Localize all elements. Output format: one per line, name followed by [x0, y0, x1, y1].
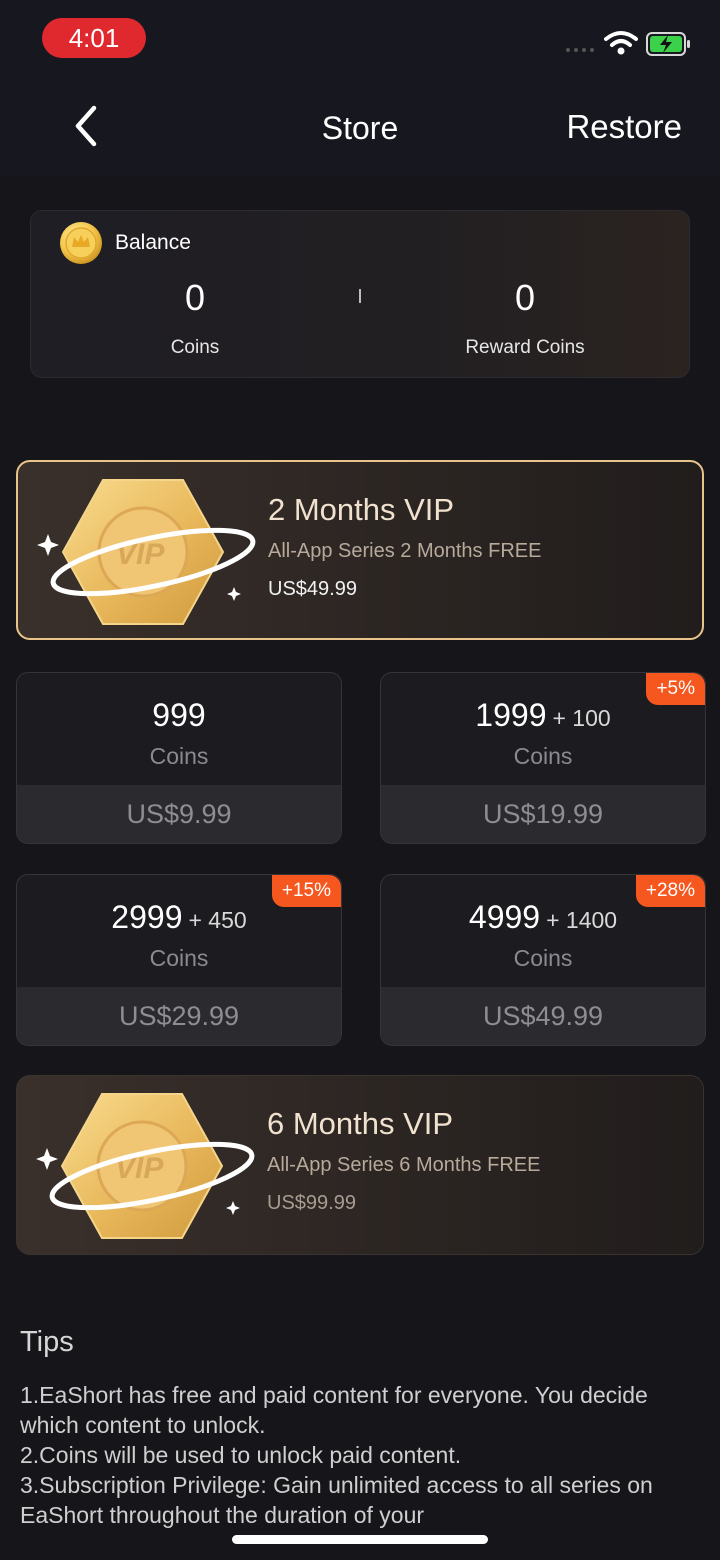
- status-bar: 4:01: [0, 0, 720, 80]
- tips-list: 1.EaShort has free and paid content for …: [20, 1380, 680, 1530]
- status-time: 4:01: [42, 18, 146, 58]
- coin-pack-info: 999 Coins: [17, 673, 341, 785]
- page-title: Store: [321, 110, 399, 146]
- coin-icon: [60, 222, 102, 264]
- nav-header: Store Restore: [0, 80, 720, 176]
- balance-card: Balance 0 Coins 0 Reward Coins: [30, 210, 690, 378]
- coin-pack-unit: Coins: [149, 945, 209, 971]
- coin-pack-bonus: + 1400: [546, 907, 618, 933]
- coin-pack-2999[interactable]: 2999 + 450 Coins US$29.99 +15%: [16, 874, 342, 1046]
- coin-pack-amount: 1999: [475, 697, 547, 733]
- reward-coins-label: Reward Coins: [465, 337, 585, 358]
- coin-pack-unit: Coins: [149, 743, 209, 769]
- coin-pack-amount: 4999: [468, 899, 541, 935]
- restore-button[interactable]: Restore: [540, 108, 682, 146]
- vip-offer-price: US$99.99: [267, 1192, 356, 1214]
- tip-item: 1.EaShort has free and paid content for …: [20, 1382, 648, 1438]
- coins-balance: 0 Coins: [95, 277, 295, 359]
- bonus-percent-badge: +15%: [271, 875, 341, 907]
- reward-coins-balance: 0 Reward Coins: [425, 277, 625, 359]
- coin-pack-unit: Coins: [513, 743, 573, 769]
- balance-label: Balance: [115, 231, 191, 254]
- bonus-percent-badge: +28%: [635, 875, 705, 907]
- coins-label: Coins: [170, 337, 220, 358]
- cellular-signal-icon: [566, 48, 596, 54]
- coin-pack-amount: 999: [152, 697, 206, 733]
- coin-pack-4999[interactable]: 4999 + 1400 Coins US$49.99 +28%: [380, 874, 706, 1046]
- back-button[interactable]: [66, 100, 110, 152]
- vip-offer-title: 2 Months VIP: [268, 492, 455, 527]
- coins-value: 0: [184, 277, 206, 318]
- reward-coins-value: 0: [514, 277, 536, 318]
- vip-offer-card[interactable]: VIP 2 Months VIP All-App Series 2 Months…: [16, 460, 704, 640]
- coin-pack-bonus: + 100: [552, 705, 611, 731]
- coin-pack-999[interactable]: 999 Coins US$9.99: [16, 672, 342, 844]
- tip-item: 3.Subscription Privilege: Gain unlimited…: [20, 1472, 653, 1528]
- coin-pack-amount: 2999: [111, 899, 183, 935]
- coin-pack-1999[interactable]: 1999 + 100 Coins US$19.99 +5%: [380, 672, 706, 844]
- vip-badge-icon: VIP: [37, 479, 256, 625]
- home-indicator[interactable]: [232, 1535, 488, 1544]
- coin-pack-price: US$29.99: [17, 987, 341, 1045]
- battery-charging-icon: [646, 32, 690, 56]
- coin-pack-price: US$9.99: [17, 785, 341, 843]
- tip-item: 2.Coins will be used to unlock paid cont…: [20, 1442, 462, 1468]
- coin-pack-bonus: + 450: [188, 907, 247, 933]
- vip-offer-card[interactable]: VIP 6 Months VIP All-App Series 6 Months…: [16, 1075, 704, 1255]
- tips-heading: Tips: [20, 1326, 74, 1358]
- vip-offer-subtitle: All-App Series 6 Months FREE: [267, 1154, 541, 1176]
- vip-offer-title: 6 Months VIP: [267, 1106, 454, 1141]
- vip-badge-icon: VIP: [36, 1093, 255, 1239]
- coin-pack-unit: Coins: [513, 945, 573, 971]
- coin-pack-price: US$19.99: [381, 785, 705, 843]
- balance-divider: [359, 289, 361, 303]
- wifi-icon: [604, 31, 638, 55]
- vip-offer-price: US$49.99: [268, 578, 357, 600]
- vip-offer-subtitle: All-App Series 2 Months FREE: [268, 540, 542, 562]
- coin-pack-price: US$49.99: [381, 987, 705, 1045]
- bonus-percent-badge: +5%: [646, 673, 705, 705]
